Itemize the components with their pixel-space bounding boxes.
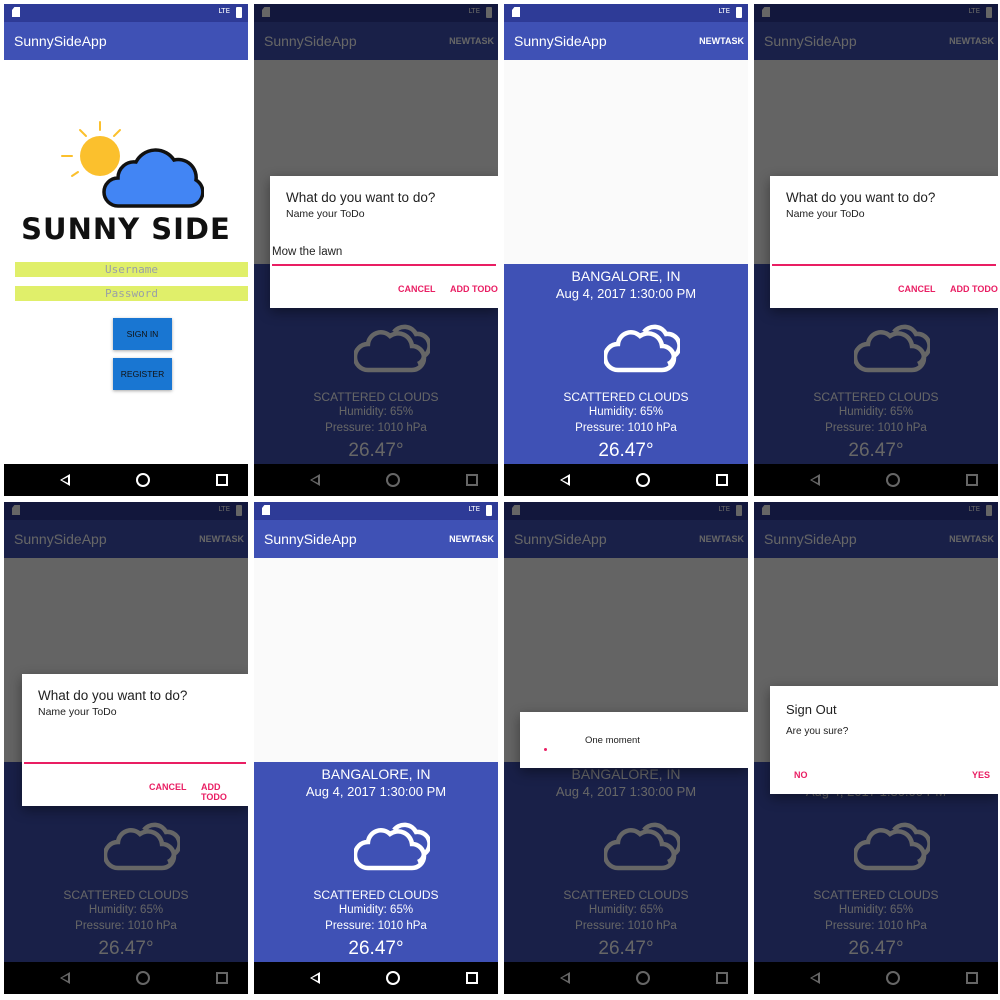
sim-icon [262,505,270,515]
nav-bar [4,464,248,496]
weather-content: BANGALORE, IN Aug 4, 2017 1:30:00 PM SCA… [504,60,748,464]
cancel-button[interactable]: CANCEL [149,782,187,792]
dialog-title: What do you want to do? [286,190,436,205]
register-button[interactable]: REGISTER [113,358,172,390]
temperature-label: 26.47° [348,938,404,959]
yes-button[interactable]: YES [972,770,990,780]
weather-screen-signout: LTE SunnySideApp NEWTASK BANGALORE, IN A… [754,502,998,994]
progress-spinner-icon [544,748,547,751]
weather-screen: LTE SunnySideApp NEWTASK BANGALORE, IN A… [504,4,748,496]
dialog-title: Sign Out [786,702,837,717]
pressure-label: Pressure: 1010 hPa [325,920,427,932]
humidity-label: Humidity: 65% [338,904,414,916]
recents-icon[interactable] [716,474,728,486]
nav-bar [504,464,748,496]
nav-bar [254,962,498,994]
username-field[interactable]: Username [15,262,248,277]
todo-input[interactable]: Mow the lawn [272,246,496,266]
city-label: BANGALORE, IN [321,766,431,782]
pressure-label: Pressure: 1010 hPa [575,422,677,434]
progress-dialog: One moment [520,712,748,768]
battery-icon [236,7,242,18]
weather-screen-loading: LTE SunnySideApp NEWTASK BANGALORE, IN A… [504,502,748,994]
app-title: SunnySideApp [514,33,607,49]
dialog-message: Name your ToDo [38,706,117,718]
dialog-message: Name your ToDo [786,208,865,220]
app-bar: SunnySideApp NEWTASK [504,22,748,60]
add-todo-dialog: What do you want to do? Name your ToDo M… [270,176,498,308]
no-button[interactable]: NO [794,770,808,780]
cancel-button[interactable]: CANCEL [398,284,436,294]
status-bar: LTE [4,4,248,22]
todo-list-area [254,558,498,762]
cloud-icon [354,818,430,872]
weather-content: BANGALORE, IN Aug 4, 2017 1:30:00 PM SCA… [254,558,498,962]
weather-screen-todo-empty: LTE SunnySideApp NEWTASK BANGALORE, IN A… [754,4,998,496]
app-bar: SunnySideApp NEWTASK [254,520,498,558]
home-icon[interactable] [136,473,150,487]
back-icon[interactable] [560,474,570,486]
battery-icon [486,505,492,516]
login-screen: LTE SunnySideApp SUNNY SIDE Username Pas… [4,4,248,496]
weather-description: SCATTERED CLOUDS [563,390,689,404]
home-icon[interactable] [386,971,400,985]
weather-card: BANGALORE, IN Aug 4, 2017 1:30:00 PM SCA… [254,762,498,962]
temperature-label: 26.47° [598,440,654,461]
weather-description: SCATTERED CLOUDS [313,888,439,902]
sunny-side-logo [61,121,204,208]
logo-text: SUNNY SIDE [21,212,231,246]
add-todo-button[interactable]: ADD TODO [950,284,998,294]
home-icon[interactable] [636,473,650,487]
progress-message: One moment [585,735,640,746]
new-task-button[interactable]: NEWTASK [699,36,744,46]
todo-list-area [504,60,748,264]
city-label: BANGALORE, IN [571,268,681,284]
dialog-title: What do you want to do? [786,190,936,205]
weather-screen-todo-typed: LTE SunnySideApp NEWTASK BANGALORE, IN A… [254,4,498,496]
login-form: SUNNY SIDE Username Password SIGN IN REG… [4,60,248,464]
network-indicator: LTE [468,505,480,513]
sim-icon [512,7,520,17]
add-todo-button[interactable]: ADD TODO [450,284,498,294]
todo-input[interactable] [24,744,246,764]
weather-screen: LTE SunnySideApp NEWTASK BANGALORE, IN A… [254,502,498,994]
date-label: Aug 4, 2017 1:30:00 PM [555,286,697,301]
date-label: Aug 4, 2017 1:30:00 PM [305,784,447,799]
password-field[interactable]: Password [15,286,248,301]
humidity-label: Humidity: 65% [588,406,664,418]
app-title: SunnySideApp [14,33,107,49]
cloud-icon [604,320,680,374]
add-todo-dialog: What do you want to do? Name your ToDo C… [770,176,998,308]
sign-out-dialog: Sign Out Are you sure? NO YES [770,686,998,794]
app-title: SunnySideApp [264,531,357,547]
recents-icon[interactable] [466,972,478,984]
battery-icon [736,7,742,18]
recents-icon[interactable] [216,474,228,486]
dialog-message: Name your ToDo [286,208,365,220]
new-task-button[interactable]: NEWTASK [449,534,494,544]
add-todo-dialog: What do you want to do? Name your ToDo C… [22,674,248,806]
dialog-title: What do you want to do? [38,688,188,703]
dialog-message: Are you sure? [786,726,849,737]
sim-icon [12,7,20,17]
app-bar: SunnySideApp [4,22,248,60]
cancel-button[interactable]: CANCEL [898,284,936,294]
todo-input[interactable] [772,246,996,266]
network-indicator: LTE [218,7,230,15]
weather-card: BANGALORE, IN Aug 4, 2017 1:30:00 PM SCA… [504,264,748,464]
sign-in-button[interactable]: SIGN IN [113,318,172,350]
back-icon[interactable] [310,972,320,984]
back-icon[interactable] [60,474,70,486]
add-todo-button[interactable]: ADD TODO [201,782,248,802]
weather-screen-todo-empty: LTE SunnySideApp NEWTASK BANGALORE, IN A… [4,502,248,994]
network-indicator: LTE [718,7,730,15]
status-bar: LTE [254,502,498,520]
status-bar: LTE [504,4,748,22]
